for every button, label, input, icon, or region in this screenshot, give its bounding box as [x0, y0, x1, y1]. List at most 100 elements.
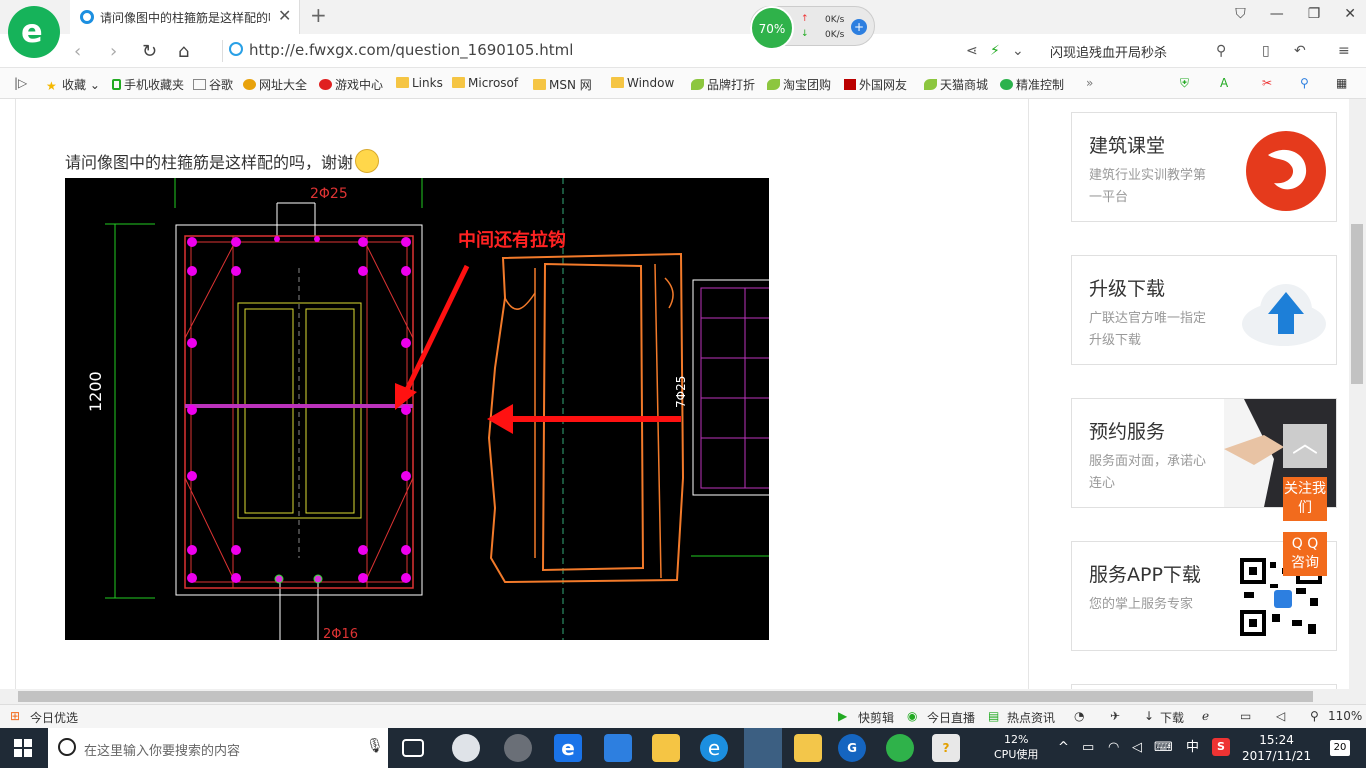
sidebar-toggle-icon[interactable]: |▷ [14, 76, 27, 90]
fav-folder[interactable]: Microsof [452, 76, 518, 90]
window-icon[interactable]: ▭ [1240, 709, 1251, 723]
fav-item[interactable]: 天猫商城 [924, 76, 988, 93]
bottom-rebar-label: 2Φ16 [323, 627, 358, 640]
ime-indicator[interactable]: 中 [1186, 740, 1199, 755]
lightning-icon[interactable]: ⚡ [990, 43, 1000, 59]
sound-icon[interactable]: ◁ [1276, 709, 1285, 723]
back-to-top-button[interactable]: ︿ [1283, 424, 1327, 468]
volume-icon[interactable]: ◁ [1132, 740, 1142, 755]
fav-item[interactable]: 手机收藏夹 [112, 76, 184, 93]
glodon-logo-icon [1246, 131, 1326, 211]
cad-drawing-image[interactable]: 1200 2Φ25 2Φ16 中间还有拉钩 7Φ25 [65, 178, 769, 640]
search-suggestion[interactable]: 闪现追残血开局秒杀 [1050, 42, 1167, 61]
download-icon[interactable]: ↓ [1144, 709, 1154, 723]
fav-item[interactable]: 精准控制 [1000, 76, 1064, 93]
refresh-button[interactable]: ↻ [142, 41, 157, 62]
side-rebar-label: 7Φ25 [674, 376, 688, 408]
news-icon[interactable]: ▤ [988, 709, 999, 723]
browser-tab[interactable]: 请问像图中的柱箍筋是这样配的吗 ✕ [70, 0, 300, 34]
today-picks-link[interactable]: 今日优选 [30, 709, 78, 726]
card-building-class[interactable]: 建筑课堂 建筑行业实训教学第一平台 [1071, 112, 1337, 222]
search-icon[interactable]: ⚲ [1216, 43, 1226, 59]
zoom-icon[interactable]: ⚲ [1310, 709, 1319, 723]
vertical-scrollbar-thumb[interactable] [1351, 224, 1363, 384]
chevron-down-icon[interactable]: ⌄ [1012, 43, 1024, 59]
vertical-scrollbar[interactable] [1349, 99, 1366, 689]
fan-app-icon[interactable] [452, 734, 480, 762]
download-link[interactable]: 下载 [1160, 709, 1184, 726]
web-page: 请问像图中的柱箍筋是这样配的吗，谢谢 1200 2Φ25 2Φ16 中间还有拉钩… [0, 99, 1366, 694]
scissors-icon[interactable]: ✂ [1262, 76, 1272, 90]
maximize-button[interactable]: ❐ [1308, 6, 1321, 22]
keyboard-icon[interactable]: ⌨ [1154, 740, 1173, 755]
spiral-app-icon[interactable] [504, 734, 532, 762]
windows-start-icon[interactable] [14, 739, 32, 757]
fav-item[interactable]: 品牌打折 [691, 76, 755, 93]
microphone-icon[interactable]: 🎙 [366, 738, 384, 754]
share-icon[interactable]: ⋖ [966, 43, 978, 59]
status-link[interactable]: 快剪辑 [858, 709, 894, 726]
undo-icon[interactable]: ↶ [1294, 43, 1306, 59]
file-explorer-icon[interactable] [652, 734, 680, 762]
active-app-icon[interactable] [744, 728, 782, 768]
fav-item[interactable]: ★ 收藏 ⌄ [46, 76, 100, 93]
ie-icon[interactable]: e [700, 734, 728, 762]
notes-app-icon[interactable] [794, 734, 822, 762]
home-button[interactable]: ⌂ [178, 41, 189, 62]
qq-consult-button[interactable]: Q Q 咨询 [1283, 532, 1327, 576]
url-text[interactable]: http://e.fwxgx.com/question_1690105.html [249, 41, 573, 59]
speed-icon[interactable]: ◔ [1074, 709, 1084, 723]
fav-item[interactable]: 游戏中心 [319, 76, 383, 93]
browser-app-icon[interactable] [886, 734, 914, 762]
system-clock[interactable]: 15:24 2017/11/21 [1242, 732, 1311, 764]
follow-us-button[interactable]: 关注我们 [1283, 477, 1327, 521]
fav-item[interactable]: 谷歌 [193, 76, 233, 93]
fav-item[interactable]: 外国网友 [844, 76, 907, 93]
tools-icon[interactable]: ✈ [1110, 709, 1120, 723]
magnifier-icon[interactable]: ⚲ [1300, 76, 1309, 90]
ie-mode-icon[interactable]: ℯ [1202, 709, 1209, 723]
new-tab-button[interactable]: + [310, 3, 327, 27]
play-icon[interactable]: ◉ [907, 709, 917, 723]
store-icon[interactable] [604, 734, 632, 762]
more-favorites-icon[interactable]: » [1086, 76, 1093, 90]
forward-button[interactable]: › [110, 41, 117, 62]
sogou-icon[interactable]: S [1212, 738, 1230, 756]
chevron-up-icon[interactable]: ^ [1058, 740, 1069, 755]
fav-folder[interactable]: MSN 网 [533, 76, 592, 93]
taskbar: 在这里输入你要搜索的内容 🎙 e e G ? 12% CPU使用 ^ ▭ ◠ ◁… [0, 728, 1366, 768]
gift-icon[interactable]: ⊞ [10, 709, 20, 723]
back-button[interactable]: ‹ [74, 41, 81, 62]
close-tab-icon[interactable]: ✕ [278, 6, 291, 25]
zoom-level[interactable]: 110% [1328, 709, 1362, 723]
help-app-icon[interactable]: ? [932, 734, 960, 762]
translate-icon[interactable]: A [1220, 76, 1228, 90]
close-window-button[interactable]: ✕ [1344, 6, 1356, 22]
glodon-app-icon[interactable]: G [838, 734, 866, 762]
browser-logo[interactable]: e [8, 6, 60, 58]
apps-icon[interactable]: ▦ [1336, 76, 1347, 90]
edge-icon[interactable]: e [554, 734, 582, 762]
shirt-icon[interactable]: ⛉ [1235, 6, 1246, 22]
video-edit-icon[interactable]: ▶ [838, 709, 847, 723]
task-view-icon[interactable] [402, 739, 424, 757]
taskbar-search-box[interactable]: 在这里输入你要搜索的内容 🎙 [48, 728, 388, 768]
minimize-button[interactable]: — [1270, 6, 1284, 22]
card-upgrade-download[interactable]: 升级下载 广联达官方唯一指定升级下载 [1071, 255, 1337, 365]
phone-icon[interactable]: ▯ [1262, 43, 1270, 59]
notification-count[interactable]: 20 [1330, 740, 1350, 756]
horizontal-scrollbar-thumb[interactable] [18, 691, 1313, 702]
battery-icon[interactable]: ▭ [1082, 740, 1094, 755]
wifi-icon[interactable]: ◠ [1108, 740, 1119, 755]
fav-item[interactable]: 网址大全 [243, 76, 307, 93]
fav-folder[interactable]: Window [611, 76, 674, 90]
menu-icon[interactable]: ≡ [1338, 43, 1350, 59]
network-speed-widget[interactable]: 70% ↑ ↓ 0K/s 0K/s + [750, 6, 875, 50]
fav-folder[interactable]: Links [396, 76, 443, 90]
shield-icon[interactable]: ⛨ [1180, 76, 1189, 91]
status-bar: ⊞ 今日优选 ▶ 快剪辑 ◉ 今日直播 ▤ 热点资讯 ◔ ✈ ↓ 下载 ℯ ▭ … [0, 704, 1366, 728]
status-link[interactable]: 今日直播 [927, 709, 975, 726]
status-link[interactable]: 热点资讯 [1007, 709, 1055, 726]
fav-item[interactable]: 淘宝团购 [767, 76, 831, 93]
plus-icon[interactable]: + [851, 19, 867, 35]
